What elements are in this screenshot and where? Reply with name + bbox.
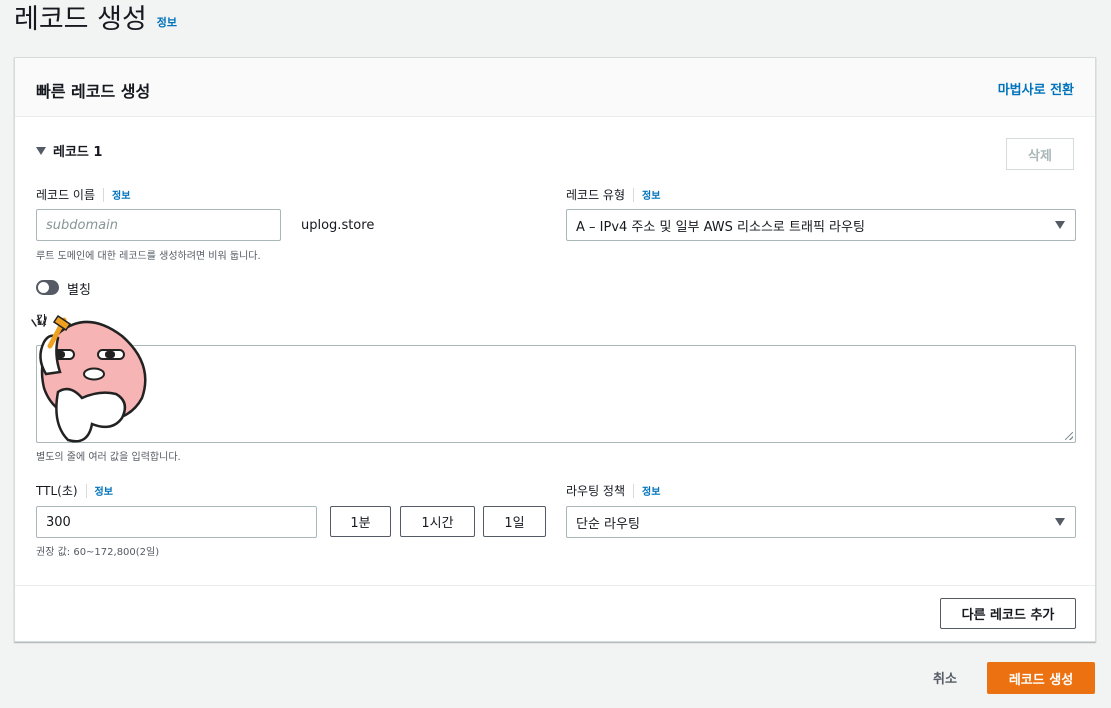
record-name-input[interactable]: subdomain xyxy=(36,209,281,241)
page-title-text: 레코드 생성 xyxy=(14,4,147,35)
ttl-label: TTL(초) 정보 xyxy=(36,482,113,499)
domain-suffix: uplog.store xyxy=(301,218,375,233)
ttl-input[interactable]: 300 xyxy=(36,506,317,538)
record-type-info-link[interactable]: 정보 xyxy=(642,187,660,202)
routing-policy-info-link[interactable]: 정보 xyxy=(642,483,660,498)
record-name-label: 레코드 이름 정보 xyxy=(36,186,130,203)
record-type-selected: A – IPv4 주소 및 일부 AWS 리소스로 트래픽 라우팅 xyxy=(576,219,865,235)
routing-policy-label: 라우팅 정책 정보 xyxy=(566,482,660,499)
cancel-button[interactable]: 취소 xyxy=(933,668,957,687)
record-type-label: 레코드 유형 정보 xyxy=(566,186,660,203)
routing-policy-label-text: 라우팅 정책 xyxy=(566,484,626,498)
peach-sticker-icon xyxy=(31,314,147,443)
value-hint: 별도의 줄에 여러 값을 입력합니다. xyxy=(36,452,181,463)
toggle-knob xyxy=(38,282,49,293)
routing-policy-selected: 단순 라우팅 xyxy=(576,516,640,532)
ttl-hint: 권장 값: 60~172,800(2일) xyxy=(36,547,160,558)
quick-create-card: 빠른 레코드 생성 마법사로 전환 레코드 1 삭제 레코드 이름 정보 sub… xyxy=(14,57,1096,642)
add-another-record-button[interactable]: 다른 레코드 추가 xyxy=(940,598,1076,629)
ttl-label-text: TTL(초) xyxy=(36,484,78,498)
record-type-label-text: 레코드 유형 xyxy=(566,188,626,202)
switch-to-wizard-link[interactable]: 마법사로 전환 xyxy=(998,79,1074,98)
ttl-1min-button[interactable]: 1분 xyxy=(330,506,391,537)
page-title: 레코드 생성 정보 xyxy=(14,0,177,36)
alias-toggle[interactable] xyxy=(36,280,59,295)
page-info-link[interactable]: 정보 xyxy=(157,14,177,30)
card-footer-divider xyxy=(15,585,1095,586)
delete-record-button[interactable]: 삭제 xyxy=(1006,138,1074,170)
create-records-button[interactable]: 레코드 생성 xyxy=(987,662,1095,694)
dropdown-caret-icon xyxy=(1055,518,1065,526)
record-name-hint: 루트 도메인에 대한 레코드를 생성하려면 비워 둡니다. xyxy=(36,251,261,262)
label-divider xyxy=(633,483,635,498)
label-divider xyxy=(103,187,105,202)
caret-down-icon xyxy=(36,146,46,155)
record-heading: 레코드 1 xyxy=(53,145,103,160)
card-header: 빠른 레코드 생성 마법사로 전환 xyxy=(15,58,1095,117)
dropdown-caret-icon xyxy=(1055,221,1065,229)
ttl-info-link[interactable]: 정보 xyxy=(95,483,113,498)
label-divider xyxy=(85,483,87,498)
record-name-info-link[interactable]: 정보 xyxy=(112,187,130,202)
card-title: 빠른 레코드 생성 xyxy=(36,82,151,101)
label-divider xyxy=(633,187,635,202)
value-textarea[interactable] xyxy=(36,345,1076,443)
record-type-select[interactable]: A – IPv4 주소 및 일부 AWS 리소스로 트래픽 라우팅 xyxy=(566,209,1076,241)
routing-policy-select[interactable]: 단순 라우팅 xyxy=(566,506,1076,538)
resize-grip-icon[interactable] xyxy=(1065,432,1073,440)
ttl-1day-button[interactable]: 1일 xyxy=(483,506,546,537)
record-name-label-text: 레코드 이름 xyxy=(36,188,96,202)
ttl-1hour-button[interactable]: 1시간 xyxy=(400,506,475,537)
alias-label: 별칭 xyxy=(67,283,91,298)
record-1-toggle[interactable]: 레코드 1 xyxy=(36,141,102,160)
